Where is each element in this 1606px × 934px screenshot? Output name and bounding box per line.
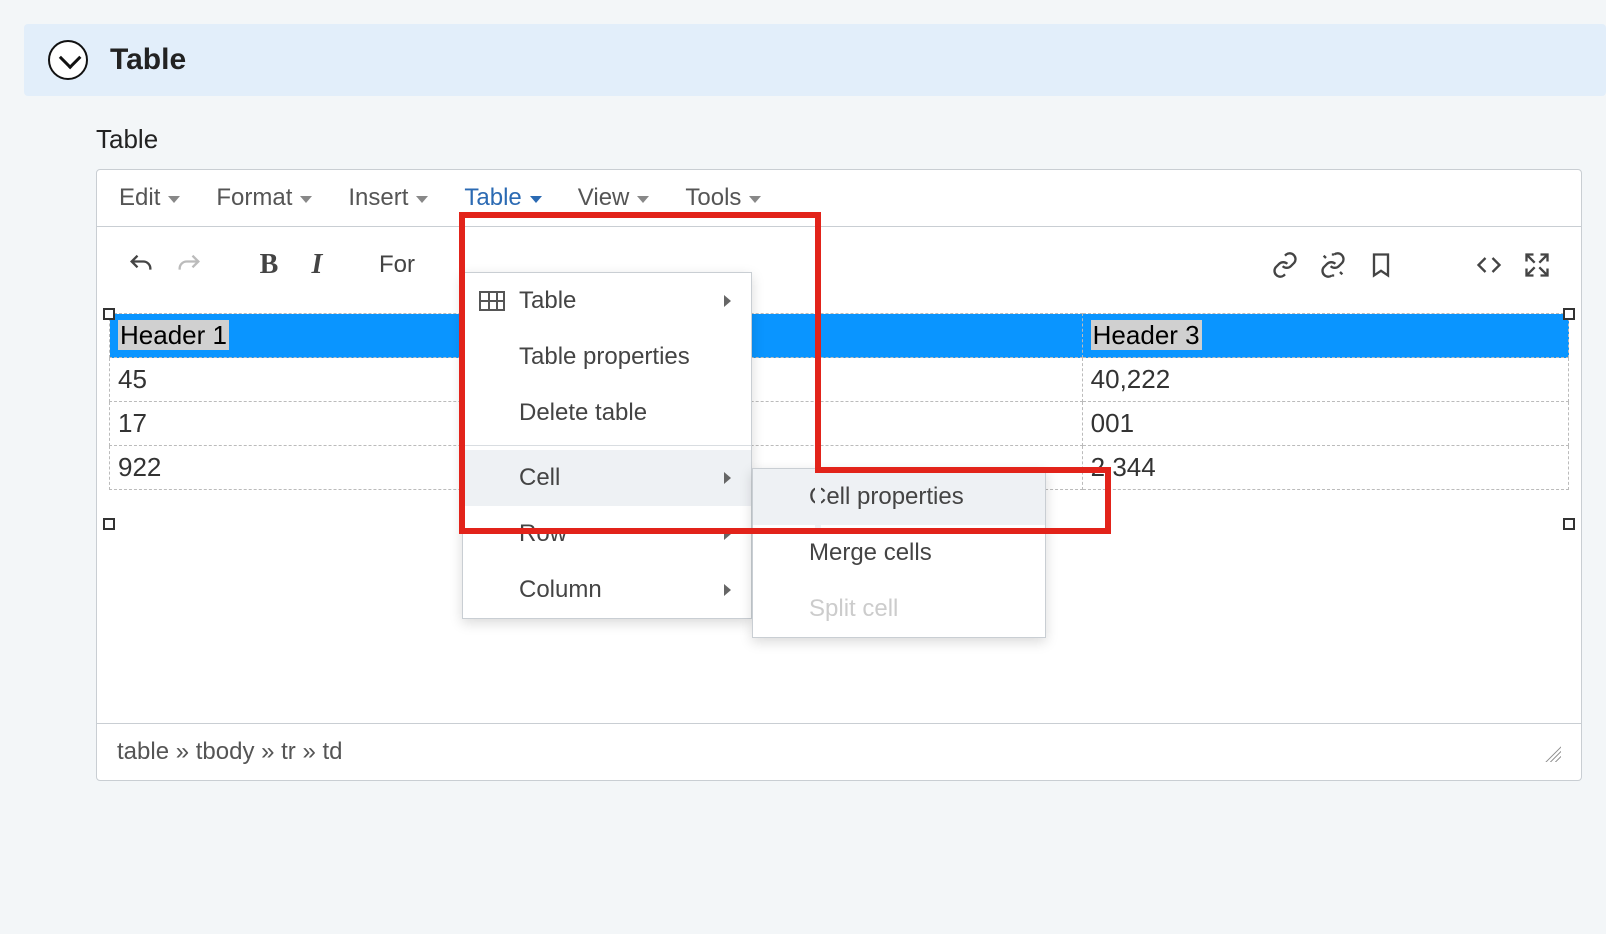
rich-text-editor: Edit Format Insert Table View Tools xyxy=(96,169,1582,781)
fullscreen-icon xyxy=(1523,251,1551,279)
redo-button[interactable] xyxy=(165,241,213,289)
table-row[interactable]: 45 40,222 xyxy=(110,358,1569,402)
formats-dropdown-label[interactable]: For xyxy=(373,251,421,279)
resize-handle-tr[interactable] xyxy=(1563,308,1575,320)
collapse-toggle[interactable] xyxy=(48,40,88,80)
dd-delete-table[interactable]: Delete table xyxy=(463,385,751,441)
menu-label: Insert xyxy=(348,184,408,212)
element-path[interactable]: table » tbody » tr » td xyxy=(117,738,342,766)
dd-merge-cells[interactable]: Merge cells xyxy=(753,525,1045,581)
resize-handle-br[interactable] xyxy=(1563,518,1575,530)
dd-label: Table xyxy=(519,287,576,315)
menu-edit[interactable]: Edit xyxy=(117,180,182,216)
dd-label: Delete table xyxy=(519,399,647,427)
resize-handle-bl[interactable] xyxy=(103,518,115,530)
table-header-cell[interactable]: Header 3 xyxy=(1082,314,1568,358)
menu-format[interactable]: Format xyxy=(214,180,314,216)
caret-down-icon xyxy=(749,196,761,203)
chevron-down-icon xyxy=(59,47,82,70)
code-icon xyxy=(1475,251,1503,279)
table-header-row[interactable]: Header 1 Header 3 xyxy=(110,314,1569,358)
dd-cell[interactable]: Cell xyxy=(463,450,751,506)
header-text: Header 1 xyxy=(118,320,229,350)
dd-column[interactable]: Column xyxy=(463,562,751,618)
menu-label: Table xyxy=(464,184,521,212)
dd-label: Column xyxy=(519,576,602,604)
chevron-right-icon xyxy=(724,584,731,596)
panel-title: Table xyxy=(110,43,186,77)
header-text: Header 3 xyxy=(1091,320,1202,350)
editor-toolbar: B I For xyxy=(97,227,1581,303)
table-row[interactable]: 17 001 xyxy=(110,402,1569,446)
bookmark-icon xyxy=(1367,251,1395,279)
bold-button[interactable]: B xyxy=(245,241,293,289)
dd-label: Table properties xyxy=(519,343,690,371)
link-button[interactable] xyxy=(1261,241,1309,289)
redo-icon xyxy=(175,251,203,279)
dd-label: Cell xyxy=(519,464,560,492)
italic-button[interactable]: I xyxy=(293,241,341,289)
resize-handle-tl[interactable] xyxy=(103,308,115,320)
caret-down-icon xyxy=(300,196,312,203)
menu-label: Edit xyxy=(119,184,160,212)
menu-view[interactable]: View xyxy=(576,180,652,216)
table-dropdown: Table Table properties Delete table Cell… xyxy=(462,272,752,619)
resize-grip[interactable] xyxy=(1541,742,1561,762)
dd-label: Row xyxy=(519,520,567,548)
chevron-right-icon xyxy=(724,528,731,540)
undo-button[interactable] xyxy=(117,241,165,289)
dropdown-separator xyxy=(463,445,751,446)
dd-cell-properties[interactable]: Cell properties xyxy=(753,469,1045,525)
dd-split-cell: Split cell xyxy=(753,581,1045,637)
unlink-button[interactable] xyxy=(1309,241,1357,289)
dd-table-properties[interactable]: Table properties xyxy=(463,329,751,385)
chevron-right-icon xyxy=(724,472,731,484)
caret-down-icon xyxy=(637,196,649,203)
bold-icon: B xyxy=(260,249,279,281)
dd-label: Cell properties xyxy=(809,483,964,511)
table-cell[interactable]: 40,222 xyxy=(1082,358,1568,402)
source-code-button[interactable] xyxy=(1465,241,1513,289)
link-icon xyxy=(1271,251,1299,279)
editor-statusbar: table » tbody » tr » td xyxy=(97,723,1581,780)
menu-label: Tools xyxy=(685,184,741,212)
menu-label: Format xyxy=(216,184,292,212)
table-cell[interactable]: 2,344 xyxy=(1082,446,1568,490)
dd-label: Split cell xyxy=(809,595,898,623)
table-cell[interactable]: 001 xyxy=(1082,402,1568,446)
caret-down-icon xyxy=(168,196,180,203)
italic-icon: I xyxy=(312,249,323,281)
dd-label: Merge cells xyxy=(809,539,932,567)
fullscreen-button[interactable] xyxy=(1513,241,1561,289)
unlink-icon xyxy=(1319,251,1347,279)
field-label: Table xyxy=(96,124,1606,155)
chevron-right-icon xyxy=(724,295,731,307)
content-table[interactable]: Header 1 Header 3 45 40,222 17 001 xyxy=(109,313,1569,490)
menu-tools[interactable]: Tools xyxy=(683,180,763,216)
menu-insert[interactable]: Insert xyxy=(346,180,430,216)
undo-icon xyxy=(127,251,155,279)
dd-row[interactable]: Row xyxy=(463,506,751,562)
caret-down-icon xyxy=(416,196,428,203)
bookmark-button[interactable] xyxy=(1357,241,1405,289)
menu-table[interactable]: Table xyxy=(462,180,543,216)
menu-label: View xyxy=(578,184,630,212)
table-icon xyxy=(479,291,505,311)
dd-insert-table[interactable]: Table xyxy=(463,273,751,329)
editor-menubar: Edit Format Insert Table View Tools xyxy=(97,170,1581,227)
panel-header: Table xyxy=(24,24,1606,96)
cell-submenu: Cell properties Merge cells Split cell xyxy=(752,468,1046,638)
caret-down-icon xyxy=(530,196,542,203)
